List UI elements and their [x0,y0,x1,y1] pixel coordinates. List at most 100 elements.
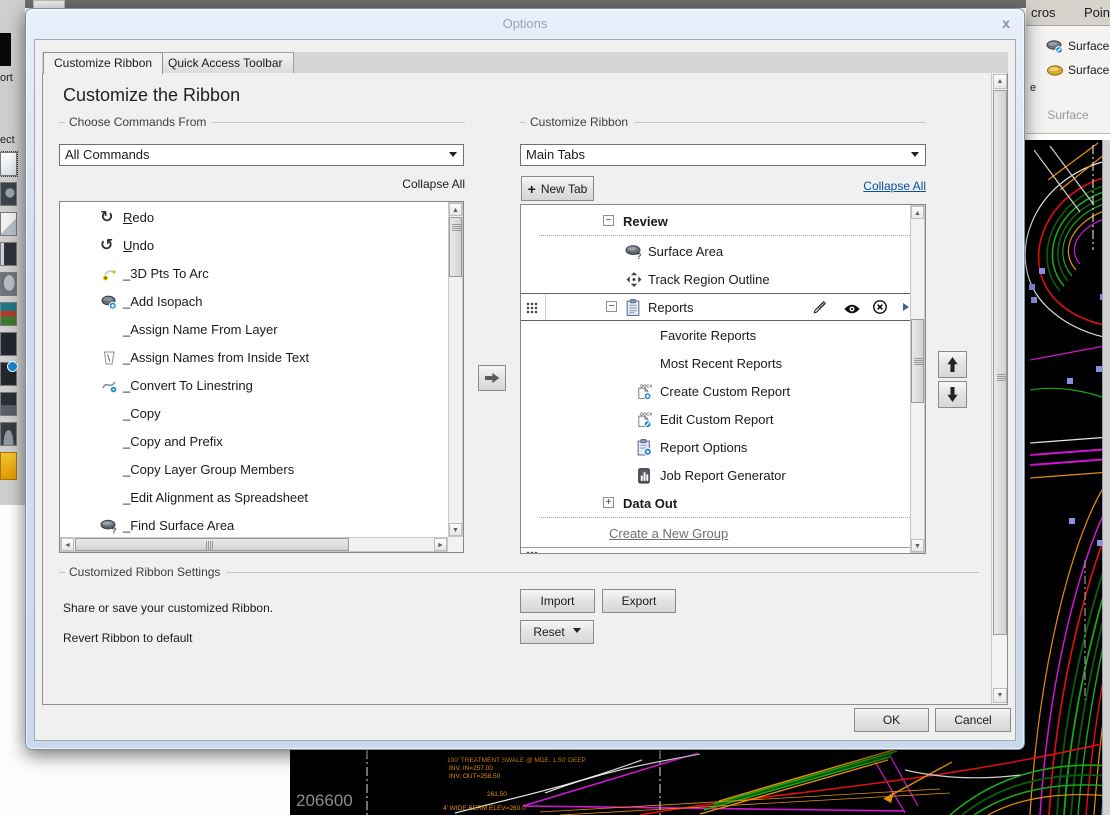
command-item[interactable]: _Convert To Linestring [60,372,448,400]
ribbon-target-dropdown[interactable]: Main Tabs [520,144,926,166]
scroll-down-icon[interactable]: ▼ [993,688,1007,703]
commands-hscrollbar[interactable]: ◄ ► [60,537,448,552]
right-arrow-icon [484,372,500,384]
drawing-scrollbar[interactable] [1102,140,1110,815]
svg-text:DOCX: DOCX [640,411,652,416]
stockpile-tool-icon[interactable] [0,422,17,446]
command-item[interactable]: _Copy [60,400,448,428]
blank-icon [100,322,118,338]
command-item[interactable]: _Copy and Prefix [60,428,448,456]
tree-item-favorite-reports[interactable]: Favorite Reports [521,321,910,349]
scroll-up-icon[interactable]: ▲ [911,206,924,219]
cancel-button[interactable]: Cancel [935,708,1011,732]
isopach-icon [100,294,118,310]
hscroll-thumb[interactable] [75,538,349,551]
tree-tab-label: Home [585,551,620,553]
ribbon-tab-point[interactable]: Point [1084,5,1110,20]
visibility-eye-icon[interactable] [843,301,861,317]
import-button[interactable]: Import [520,589,595,613]
choose-commands-from-label: Choose Commands From [59,115,465,129]
scroll-down-icon[interactable]: ▼ [911,539,924,552]
create-new-group-link[interactable]: Create a New Group [609,526,728,541]
surface-button-2[interactable]: Surface [1046,60,1109,80]
command-item[interactable]: _Assign Name From Layer [60,316,448,344]
vscroll-thumb[interactable] [449,217,462,277]
expander-plus-icon[interactable]: + [603,497,614,508]
scroll-down-icon[interactable]: ▼ [449,523,462,536]
add-command-button[interactable] [478,365,506,391]
tree-item-report-options[interactable]: Report Options [521,433,910,461]
page-vscroll-thumb[interactable] [993,90,1007,635]
expand-right-icon[interactable] [903,303,910,311]
reset-button[interactable]: Reset [520,620,594,644]
command-item[interactable]: _Copy Layer Group Members [60,456,448,484]
ribbon-tab-row: cros Point [1026,0,1110,26]
scroll-up-icon[interactable]: ▲ [449,203,462,216]
curve-tool-icon[interactable] [0,212,17,236]
chevron-down-icon [572,627,581,637]
command-item[interactable]: ↺ Undo [60,232,448,260]
collapse-all-left[interactable]: Collapse All [365,177,465,191]
excavator-tool-icon[interactable] [0,392,17,416]
commands-source-dropdown[interactable]: All Commands [59,144,464,166]
tree-item-job-report-generator[interactable]: Job Report Generator [521,461,910,489]
left-panel-fragment [0,33,11,66]
close-icon[interactable]: x [1002,16,1010,30]
tree-item-review[interactable]: − Review [521,207,910,235]
tree-subcommand-label: Job Report Generator [660,468,786,483]
collapse-all-link[interactable]: Collapse All [826,179,926,193]
cad-annotation-5: 4' WIDE BERM ELEV=260.0 [443,805,526,812]
ok-button[interactable]: OK [854,708,929,732]
tree-vscrollbar[interactable]: ▲ ▼ [910,205,925,553]
linestring-icon [100,378,118,394]
tree-item-create-a-new-group[interactable]: Create a New Group [521,519,910,547]
tree-item-edit-custom-report[interactable]: DOCX Edit Custom Report [521,405,910,433]
move-up-button[interactable] [938,351,967,378]
tree-item-reports[interactable]: − Reports [521,293,910,321]
blank-icon [100,462,118,478]
commands-vscrollbar[interactable]: ▲ ▼ [448,202,463,537]
tree-item-create-custom-report[interactable]: DOCX Create Custom Report [521,377,910,405]
edit-pencil-icon[interactable] [811,299,829,315]
folder-tool-icon[interactable] [0,452,17,480]
tree-vscroll-thumb[interactable] [911,319,924,403]
boundary-tool-icon[interactable] [0,182,17,206]
tree-item-data-out[interactable]: + Data Out [521,489,910,517]
scroll-right-icon[interactable]: ► [434,538,447,551]
notify-tool-icon[interactable] [0,361,18,386]
scroll-left-icon[interactable]: ◄ [61,538,74,551]
layers-tool-icon[interactable] [0,332,17,356]
scroll-up-icon[interactable]: ▲ [993,74,1007,89]
command-item[interactable]: _3D Pts To Arc [60,260,448,288]
command-label: _Assign Names from Inside Text [123,350,310,365]
clipboard-icon [624,299,642,316]
ribbon-tab-macros[interactable]: cros [1031,5,1056,20]
expander-minus-icon[interactable]: − [606,301,617,312]
command-item[interactable]: _Add Isopach [60,288,448,316]
expander-minus-icon[interactable]: − [603,215,614,226]
tree-item-surface-area[interactable]: ? Surface Area [521,237,910,265]
tree-item-most-recent-reports[interactable]: Most Recent Reports [521,349,910,377]
command-item[interactable]: _Assign Names from Inside Text [60,344,448,372]
tab-quick-access-toolbar[interactable]: Quick Access Toolbar [157,52,294,74]
page-vscrollbar[interactable]: ▲ ▼ [991,73,1007,704]
command-label: _Copy [123,406,161,421]
commands-list[interactable]: ↻ Redo ↺ Undo _3D Pts To Arc _Add Isopach _Ass… [59,201,464,553]
tab-customize-ribbon[interactable]: Customize Ribbon [43,52,164,74]
command-item[interactable]: _Edit Alignment as Spreadsheet [60,484,448,512]
template-tool-icon[interactable] [0,242,17,266]
surface-blob-tool-icon[interactable] [0,272,17,296]
ribbon-tree[interactable]: − Review? Surface Area Track Region Outline… [520,204,926,554]
tree-item-track-region-outline[interactable]: Track Region Outline [521,265,910,293]
drag-handle[interactable] [521,294,546,320]
move-down-button[interactable] [938,381,967,408]
new-tab-button[interactable]: + New Tab [521,176,594,201]
command-item[interactable]: ? _Find Surface Area [60,512,448,537]
document-tool-icon[interactable] [0,151,18,177]
remove-icon[interactable] [871,299,889,315]
terrain-tool-icon[interactable] [0,302,17,326]
command-item[interactable]: ↻ Redo [60,204,448,232]
export-button[interactable]: Export [602,589,676,613]
surface-button-1[interactable]: Surface [1046,36,1109,56]
tree-item-home[interactable]: Home [521,547,910,553]
